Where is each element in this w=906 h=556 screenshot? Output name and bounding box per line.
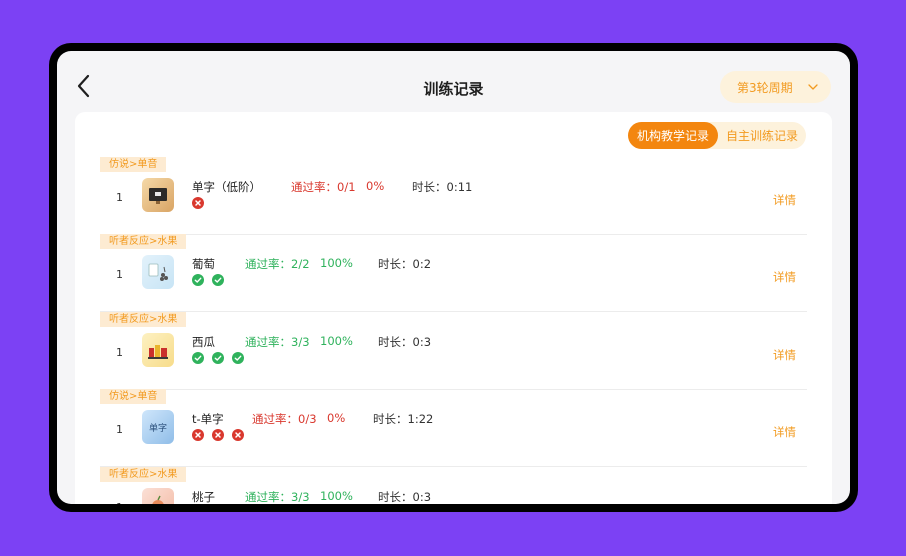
records-panel: 机构教学记录 自主训练记录 仿说>单音 1 单字（低阶） 通过率：0/1 0% …	[75, 112, 832, 504]
pass-rate: 通过率：0/1	[291, 180, 356, 194]
exercise-thumbnail	[142, 333, 174, 367]
pass-icon	[232, 352, 244, 364]
detail-link[interactable]: 详情	[773, 347, 796, 363]
pass-icon	[192, 274, 204, 286]
exercise-name: t-单字	[192, 412, 224, 426]
pass-percent: 0%	[327, 411, 346, 425]
cycle-selector[interactable]: 第3轮周期	[720, 71, 831, 103]
grape-illustration-icon	[148, 263, 168, 281]
pass-rate: 通过率：0/3	[252, 412, 317, 426]
fail-icon	[192, 429, 204, 441]
watermelon-illustration-icon	[148, 345, 168, 359]
duration: 时长：0:2	[378, 257, 432, 271]
tab-self-training-records[interactable]: 自主训练记录	[718, 122, 806, 149]
exercise-name: 单字（低阶）	[192, 180, 261, 194]
record-row: 仿说>单音 1 单字 t-单字 通过率：0/3 0% 时长：1:22 详情	[100, 389, 807, 467]
thumbnail-label: 单字	[148, 423, 167, 434]
record-index: 1	[116, 346, 123, 359]
record-index: 1	[116, 268, 123, 281]
pass-icon	[192, 352, 204, 364]
category-tag: 听者反应>水果	[100, 467, 187, 482]
exercise-thumbnail	[142, 488, 174, 504]
pass-rate: 通过率：3/3	[245, 335, 310, 349]
blackboard-icon	[149, 188, 167, 204]
duration: 时长：0:3	[378, 490, 432, 504]
category-tag: 仿说>单音	[100, 389, 167, 404]
exercise-name: 西瓜	[192, 335, 215, 349]
record-row: 听者反应>水果 1 葡萄 通过率：2/2 100% 时长：0:2 详情	[100, 234, 807, 312]
pass-icon	[212, 274, 224, 286]
result-icons	[192, 274, 224, 286]
detail-link[interactable]: 详情	[773, 424, 796, 440]
duration: 时长：0:11	[412, 180, 473, 194]
pass-percent: 0%	[366, 179, 385, 193]
record-row: 听者反应>水果 1 西瓜 通过率：3/3 100% 时长：0:3 详情	[100, 312, 807, 390]
exercise-thumbnail: 单字	[142, 410, 174, 444]
pass-rate: 通过率：2/2	[245, 257, 310, 271]
duration: 时长：1:22	[373, 412, 434, 426]
category-tag: 仿说>单音	[100, 157, 167, 172]
exercise-name: 葡萄	[192, 257, 215, 271]
exercise-thumbnail	[142, 255, 174, 289]
detail-link[interactable]: 详情	[773, 269, 796, 285]
tablet-frame: 训练记录 第3轮周期 机构教学记录 自主训练记录 仿说>单音 1 单字（低阶） …	[49, 43, 858, 512]
chevron-down-icon	[808, 84, 818, 90]
exercise-thumbnail	[142, 178, 174, 212]
fail-icon	[192, 197, 204, 209]
cycle-label: 第3轮周期	[737, 80, 793, 95]
fail-icon	[232, 429, 244, 441]
record-index: 1	[116, 191, 123, 204]
pass-icon	[212, 352, 224, 364]
detail-link[interactable]: 详情	[773, 192, 796, 208]
exercise-name: 桃子	[192, 490, 215, 504]
category-tag: 听者反应>水果	[100, 312, 187, 327]
record-type-toggle: 机构教学记录 自主训练记录	[628, 122, 806, 149]
duration: 时长：0:3	[378, 335, 432, 349]
category-tag: 听者反应>水果	[100, 234, 187, 249]
detail-link[interactable]: 详情	[773, 502, 796, 504]
record-row: 听者反应>水果 1 桃子 通过率：3/3 100% 时长：0:3 详情	[100, 467, 807, 504]
result-icons	[192, 352, 244, 364]
fail-icon	[212, 429, 224, 441]
result-icons	[192, 197, 204, 209]
peach-illustration-icon	[152, 495, 164, 504]
pass-rate: 通过率：3/3	[245, 490, 310, 504]
record-index: 1	[116, 423, 123, 436]
app-screen: 训练记录 第3轮周期 机构教学记录 自主训练记录 仿说>单音 1 单字（低阶） …	[57, 51, 850, 504]
pass-percent: 100%	[320, 256, 353, 270]
tab-institution-records[interactable]: 机构教学记录	[628, 122, 718, 149]
pass-percent: 100%	[320, 334, 353, 348]
record-row: 仿说>单音 1 单字（低阶） 通过率：0/1 0% 时长：0:11 详情	[100, 157, 807, 235]
result-icons	[192, 429, 244, 441]
record-index: 1	[116, 501, 123, 504]
pass-percent: 100%	[320, 489, 353, 503]
